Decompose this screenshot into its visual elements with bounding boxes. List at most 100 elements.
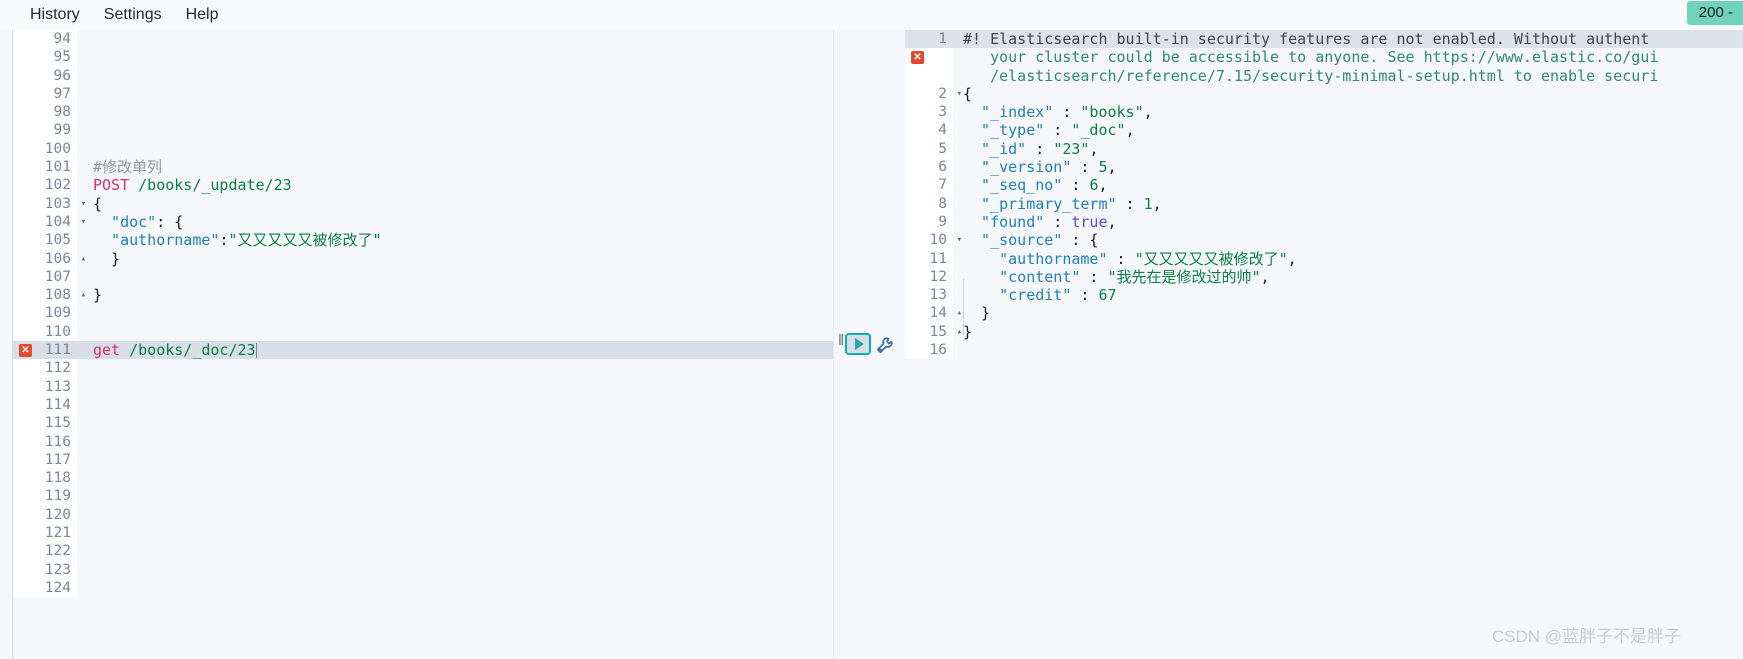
code-line[interactable]: 101 #修改单列: [13, 158, 834, 177]
code-line[interactable]: 106 }: [13, 249, 834, 268]
code-line: 12 "content" : "我先在是修改过的帅",: [905, 267, 1743, 287]
code-line[interactable]: 116: [13, 432, 834, 451]
code-line[interactable]: 103 {: [13, 194, 834, 213]
token-key: "_seq_no": [963, 176, 1063, 195]
code-line[interactable]: 95: [13, 48, 834, 67]
request-editor-pane[interactable]: 94 95 96 97 98 99 100 101 #修改单列 102 POST /books/_u…: [12, 30, 834, 659]
code-line[interactable]: 113: [13, 377, 834, 396]
code-line[interactable]: 102 POST /books/_update/23: [13, 176, 834, 195]
code-line[interactable]: 104 "doc": {: [13, 212, 834, 232]
line-number: 95: [13, 48, 77, 67]
fold-down-icon[interactable]: [77, 195, 86, 213]
code-line[interactable]: 124: [13, 578, 834, 598]
fold-up-icon[interactable]: [77, 250, 86, 268]
code-line[interactable]: 108}: [13, 286, 834, 305]
code-line[interactable]: 94: [13, 30, 834, 49]
menu-item-history[interactable]: History: [18, 3, 92, 27]
token-punct: ,: [1143, 103, 1153, 122]
token-key: "_type": [963, 121, 1045, 140]
code-line[interactable]: 118: [13, 469, 834, 488]
code-line[interactable]: 122: [13, 542, 834, 561]
code-text: }: [953, 323, 1743, 341]
code-line[interactable]: 105 "authorname":"又又又又又被修改了": [13, 231, 834, 250]
token-key: "content": [963, 267, 1081, 286]
code-text: "authorname" : "又又又又又被修改了",: [953, 250, 1743, 268]
error-marker-icon[interactable]: [19, 343, 32, 357]
code-line[interactable]: 121: [13, 524, 834, 543]
line-number: 3: [905, 103, 953, 122]
line-number: 16: [905, 341, 953, 360]
line-number: 112: [13, 359, 77, 378]
code-line[interactable]: 109: [13, 304, 834, 323]
code-line: 7 "_seq_no" : 6,: [905, 176, 1743, 195]
response-pane[interactable]: 1 #! Elasticsearch built-in security feat…: [905, 30, 1743, 659]
menu-item-settings[interactable]: Settings: [92, 3, 174, 27]
fold-up-icon[interactable]: [77, 286, 86, 304]
code-line[interactable]: 117: [13, 450, 834, 470]
token-string: "books": [1080, 103, 1144, 122]
token-punct: ,: [1098, 176, 1108, 195]
token-key: "_source": [963, 231, 1063, 250]
request-code[interactable]: 94 95 96 97 98 99 100 101 #修改单列 102 POST /books/_u…: [13, 30, 834, 598]
code-line[interactable]: 123: [13, 560, 834, 579]
token-punct: ,: [1125, 121, 1135, 140]
request-actions[interactable]: [845, 333, 897, 355]
code-line[interactable]: 115: [13, 414, 834, 433]
error-marker-icon[interactable]: [911, 50, 924, 64]
line-number: 6: [905, 158, 953, 177]
line-number: 1: [905, 30, 953, 49]
watermark: CSDN @蓝胖子不是胖子: [1491, 627, 1681, 646]
code-line[interactable]: 96: [13, 66, 834, 85]
token-key: "doc": [93, 212, 157, 231]
fold-down-icon[interactable]: [953, 231, 962, 249]
code-line: 3 "_index" : "books",: [905, 103, 1743, 122]
code-line[interactable]: 99: [13, 121, 834, 140]
fold-up-icon[interactable]: [953, 323, 962, 341]
code-line[interactable]: 120: [13, 505, 834, 525]
token-method: POST: [93, 176, 130, 195]
code-line[interactable]: 97: [13, 84, 834, 104]
code-line[interactable]: 112: [13, 359, 834, 378]
line-number: 13: [905, 286, 953, 305]
token-method: get: [93, 341, 121, 360]
indent-guide: [963, 279, 964, 335]
request-options-wrench-icon[interactable]: [875, 333, 897, 355]
token-punct: ,: [1089, 139, 1099, 158]
line-number: 120: [13, 505, 77, 525]
code-text: "found" : true,: [953, 213, 1743, 231]
token-key: "_version": [963, 158, 1072, 177]
fold-down-icon[interactable]: [77, 213, 86, 231]
token-punct: : {: [1062, 231, 1099, 250]
fold-down-icon[interactable]: [953, 85, 962, 103]
code-text: {: [77, 195, 834, 213]
code-line[interactable]: 111get /books/_doc/23: [13, 341, 834, 360]
line-number: 15: [905, 322, 953, 342]
menu-item-help[interactable]: Help: [174, 3, 231, 27]
code-line[interactable]: 107: [13, 267, 834, 287]
run-request-button[interactable]: [845, 333, 871, 355]
token-string: "我先在是修改过的帅": [1107, 267, 1261, 286]
code-text: /elasticsearch/reference/7.15/security-m…: [953, 67, 1743, 85]
line-number: 97: [13, 84, 77, 104]
code-line[interactable]: 98: [13, 103, 834, 122]
code-line[interactable]: 114: [13, 395, 834, 415]
line-number: 5: [905, 139, 953, 159]
line-number: 117: [13, 450, 77, 470]
code-line: 15}: [905, 322, 1743, 342]
code-text: #修改单列: [77, 158, 834, 176]
fold-up-icon[interactable]: [953, 304, 962, 322]
pane-drag-handle[interactable]: ‖: [838, 332, 844, 349]
token-punct: :: [1116, 194, 1144, 213]
code-text: "doc": {: [77, 213, 834, 231]
token-string: "23": [1053, 139, 1090, 158]
code-line[interactable]: 100: [13, 139, 834, 159]
code-line[interactable]: 110: [13, 322, 834, 342]
line-number: 118: [13, 469, 77, 488]
code-line[interactable]: 119: [13, 487, 834, 506]
token-punct: }: [963, 304, 991, 323]
token-url: /books/_update/23: [138, 176, 292, 195]
code-text: }: [77, 250, 834, 268]
token-punct: {: [93, 194, 103, 213]
editor-panes: 94 95 96 97 98 99 100 101 #修改单列 102 POST /books/_u…: [0, 30, 1743, 659]
